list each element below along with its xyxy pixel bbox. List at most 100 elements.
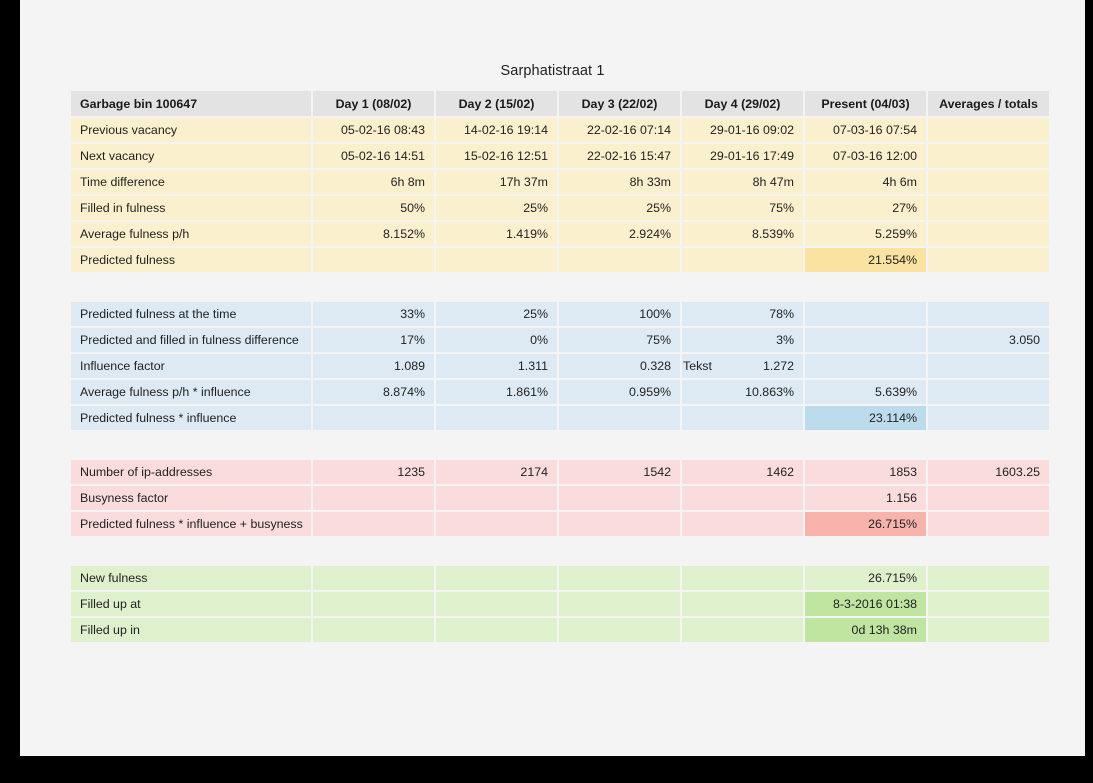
cell-day-2 — [436, 406, 557, 430]
cell-day-5: 21.554% — [805, 248, 926, 272]
cell-day-2: 1.861% — [436, 380, 557, 404]
cell-day-5 — [805, 354, 926, 378]
cell-day-5: 8-3-2016 01:38 — [805, 592, 926, 616]
cell-day-5: 26.715% — [805, 512, 926, 536]
cell-averages — [928, 222, 1049, 246]
cell-day-4: 78% — [682, 302, 803, 326]
row-label: Time difference — [71, 170, 311, 194]
cell-day-4: 1.272 — [682, 354, 803, 378]
cell-day-2: 25% — [436, 196, 557, 220]
table-row: Previous vacancy 05-02-16 08:43 14-02-16 1… — [71, 118, 1049, 142]
cell-day-4 — [682, 618, 803, 642]
cell-averages: 1603.25 — [928, 460, 1049, 484]
cell-averages — [928, 486, 1049, 510]
table-row: Busyness factor 1.156 — [71, 486, 1049, 510]
cell-day-3 — [559, 486, 680, 510]
cell-day-4 — [682, 592, 803, 616]
row-label: Average fulness p/h * influence — [71, 380, 311, 404]
cell-day-4 — [682, 486, 803, 510]
table-row: Number of ip-addresses 1235 2174 1542 1462 18… — [71, 460, 1049, 484]
cell-day-5: 1853 — [805, 460, 926, 484]
cell-day-2 — [436, 512, 557, 536]
cell-averages — [928, 354, 1049, 378]
cell-averages — [928, 196, 1049, 220]
cell-day-1: 33% — [313, 302, 434, 326]
cell-day-3 — [559, 566, 680, 590]
table-row: Predicted and filled in fulness differen… — [71, 328, 1049, 352]
cell-day-4: 75% — [682, 196, 803, 220]
cell-day-5: 07-03-16 07:54 — [805, 118, 926, 142]
cell-averages — [928, 380, 1049, 404]
cell-day-3 — [559, 618, 680, 642]
cell-averages — [928, 302, 1049, 326]
cell-day-1: 50% — [313, 196, 434, 220]
table-section-busyness: Number of ip-addresses 1235 2174 1542 1462 18… — [69, 458, 1051, 538]
page-title: Sarphatistraat 1 — [500, 63, 605, 79]
cell-day-4 — [682, 248, 803, 272]
row-label: Filled up at — [71, 592, 311, 616]
cell-day-1: 05-02-16 14:51 — [313, 144, 434, 168]
row-label: Predicted fulness at the time — [71, 302, 311, 326]
row-label: Number of ip-addresses — [71, 460, 311, 484]
cell-day-2: 0% — [436, 328, 557, 352]
cell-day-3: 0.328 Tekst — [559, 354, 712, 378]
cell-day-1: 1235 — [313, 460, 434, 484]
row-label: Average fulness p/h — [71, 222, 311, 246]
cell-day-2 — [436, 592, 557, 616]
cell-day-3: 22-02-16 07:14 — [559, 118, 680, 142]
cell-day-4: 10.863% — [682, 380, 803, 404]
cell-averages — [928, 512, 1049, 536]
cell-day-4 — [682, 566, 803, 590]
cell-day-4: 1462 — [682, 460, 803, 484]
cell-averages — [928, 592, 1049, 616]
cell-day-5: 4h 6m — [805, 170, 926, 194]
row-label: Predicted fulness * influence + busyness — [71, 512, 311, 536]
cell-day-1 — [313, 566, 434, 590]
cell-averages — [928, 406, 1049, 430]
cell-day-3: 100% — [559, 302, 680, 326]
cell-day-5: 0d 13h 38m — [805, 618, 926, 642]
table-row: New fulness 26.715% — [71, 566, 1049, 590]
cell-day-3 — [559, 592, 680, 616]
cell-averages — [928, 618, 1049, 642]
table-row: Predicted fulness at the time 33% 25% 100% 7… — [71, 302, 1049, 326]
table-header-row: Garbage bin 100647 Day 1 (08/02) Day 2 (15… — [71, 91, 1049, 116]
cell-day-2: 25% — [436, 302, 557, 326]
cell-day-5: 5.259% — [805, 222, 926, 246]
cell-averages — [928, 248, 1049, 272]
cell-day-3: 25% — [559, 196, 680, 220]
cell-day-5 — [805, 302, 926, 326]
table-row: Average fulness p/h 8.152% 1.419% 2.924% 8.5… — [71, 222, 1049, 246]
tables-container: Garbage bin 100647 Day 1 (08/02) Day 2 (15… — [69, 89, 1049, 644]
cell-day-2: 17h 37m — [436, 170, 557, 194]
cell-day-1: 8.152% — [313, 222, 434, 246]
cell-day-3 — [559, 248, 680, 272]
table-row: Time difference 6h 8m 17h 37m 8h 33m 8h 47m 4… — [71, 170, 1049, 194]
cell-day-5 — [805, 328, 926, 352]
cell-day-4: 8h 47m — [682, 170, 803, 194]
cell-day-1: 8.874% — [313, 380, 434, 404]
cell-day-4 — [682, 406, 803, 430]
table-row: Predicted fulness * influence 23.114% — [71, 406, 1049, 430]
cell-day-2: 2174 — [436, 460, 557, 484]
cell-value: 0.328 — [639, 359, 671, 373]
column-header-day-5: Present (04/03) — [805, 91, 926, 116]
cell-day-5: 26.715% — [805, 566, 926, 590]
cell-day-4 — [682, 512, 803, 536]
cell-day-4: 29-01-16 17:49 — [682, 144, 803, 168]
cell-day-1: 1.089 — [313, 354, 434, 378]
cell-day-2 — [436, 566, 557, 590]
cell-day-2: 1.419% — [436, 222, 557, 246]
table-row: Filled up in 0d 13h 38m — [71, 618, 1049, 642]
cell-day-1 — [313, 592, 434, 616]
row-label: New fulness — [71, 566, 311, 590]
page-canvas: Sarphatistraat 1 Garbage bin 100647 Day 1… — [20, 0, 1085, 756]
cell-day-5: 23.114% — [805, 406, 926, 430]
cell-day-1 — [313, 406, 434, 430]
cell-day-1 — [313, 618, 434, 642]
table-row: Filled in fulness 50% 25% 25% 75% 27% — [71, 196, 1049, 220]
table-row: Influence factor 1.089 1.311 0.328 Tekst 1.27… — [71, 354, 1049, 378]
row-label: Busyness factor — [71, 486, 311, 510]
row-label: Predicted and filled in fulness differen… — [71, 328, 311, 352]
row-label: Influence factor — [71, 354, 311, 378]
